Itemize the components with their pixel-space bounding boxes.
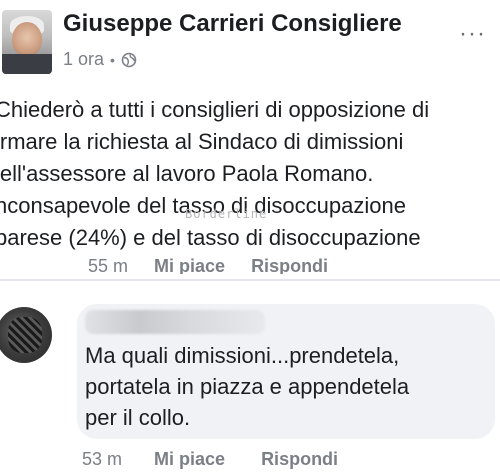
comment-time[interactable]: 53 m <box>82 449 122 470</box>
commenter-name-redacted[interactable] <box>85 310 265 334</box>
commenter-avatar[interactable] <box>0 307 52 363</box>
comment-actions: 53 m Mi piace Rispondi <box>82 449 338 470</box>
globe-icon <box>121 52 137 67</box>
watermark: Borderline <box>185 207 268 221</box>
post-time[interactable]: 1 ora <box>63 49 104 70</box>
previous-like-button[interactable]: Mi piace <box>154 256 225 274</box>
divider <box>0 279 500 281</box>
more-options-icon[interactable]: ··· <box>459 20 486 48</box>
post-line: barese (24%) e del tasso di disoccupazio… <box>0 225 421 250</box>
comment-bubble: Ma quali dimissioni...prendetela, portat… <box>77 304 495 439</box>
comment-line: portatela in piazza e appendetela <box>85 374 410 399</box>
post-line: lell'assessore al lavoro Paola Romano. <box>0 161 374 186</box>
comment-text: Ma quali dimissioni...prendetela, portat… <box>85 340 485 433</box>
author-avatar[interactable] <box>2 10 52 74</box>
comment-line: Ma quali dimissioni...prendetela, <box>85 343 400 368</box>
post-header: Giuseppe Carrieri Consigliere 1 ora • ··… <box>0 0 500 90</box>
like-button[interactable]: Mi piace <box>154 449 225 470</box>
post-line: irmare la richiesta al Sindaco di dimiss… <box>0 129 404 154</box>
avatar-suit <box>2 54 52 74</box>
avatar-face <box>12 22 42 56</box>
author-name[interactable]: Giuseppe Carrieri Consigliere <box>63 10 402 38</box>
meta-separator: • <box>110 51 115 68</box>
post-body: Chiederò a tutti i consiglieri di opposi… <box>0 94 500 264</box>
avatar-scribble <box>8 317 42 353</box>
post-line: Chiederò a tutti i consiglieri di opposi… <box>0 97 430 122</box>
previous-comment-actions: 55 m Mi piace Rispondi <box>88 256 328 274</box>
post-meta: 1 ora • <box>63 49 137 70</box>
reply-button[interactable]: Rispondi <box>261 449 338 470</box>
comment-line: per il collo. <box>85 405 191 430</box>
previous-comment-time[interactable]: 55 m <box>88 256 128 274</box>
previous-reply-button[interactable]: Rispondi <box>251 256 328 274</box>
